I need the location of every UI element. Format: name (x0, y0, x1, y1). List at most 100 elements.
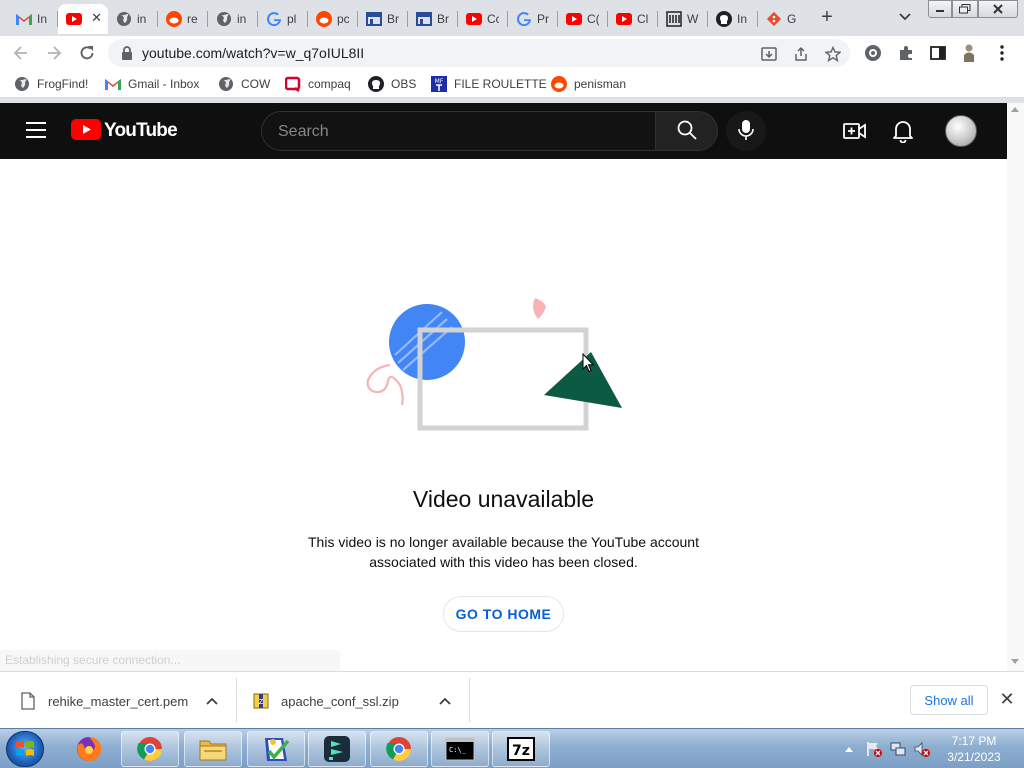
account-avatar[interactable] (945, 115, 977, 147)
system-clock[interactable]: 7:17 PM 3/21/2023 (936, 733, 1012, 765)
taskbar-7zip[interactable]: 7z (492, 731, 550, 767)
youtube-play-logo-icon (71, 119, 101, 143)
taskbar-command-prompt[interactable]: C:\_ (431, 731, 489, 767)
search-input[interactable] (278, 121, 638, 143)
tab-window-1[interactable]: Br (358, 4, 408, 34)
tab-label: in (237, 12, 247, 26)
taskbar-chrome-2[interactable] (370, 731, 428, 767)
firefox-icon (77, 736, 102, 761)
bookmark-label: COW (241, 77, 271, 91)
taskbar-checklist-app[interactable] (247, 731, 305, 767)
notifications-bell-icon[interactable] (891, 119, 915, 143)
tab-window-2[interactable]: Br (408, 4, 458, 34)
tab-search-chevron-icon[interactable] (895, 8, 915, 26)
hamburger-menu-icon[interactable] (26, 122, 46, 138)
youtube-icon (66, 11, 82, 27)
tab-label: Br (387, 12, 399, 26)
tab-gmail[interactable]: In (8, 4, 58, 34)
tab-reddit-1[interactable]: re (158, 4, 208, 34)
taskbar-firefox[interactable] (60, 731, 118, 767)
bookmark-cow[interactable]: COW (218, 75, 270, 93)
bookmark-obs[interactable]: OBS (368, 75, 416, 93)
close-shelf-icon[interactable]: ✕ (998, 690, 1016, 708)
back-arrow-icon[interactable] (10, 42, 32, 64)
extensions-puzzle-icon[interactable] (897, 44, 915, 62)
bookmark-frogfind[interactable]: FrogFind! (14, 75, 88, 93)
microphone-icon (738, 119, 754, 144)
tab-youtube-2[interactable]: Cc (458, 4, 508, 34)
reddit-icon (166, 11, 182, 27)
tab-youtube-active[interactable]: ✕ (58, 4, 108, 34)
tab-youtube-4[interactable]: Cl (608, 4, 658, 34)
vertical-scrollbar[interactable] (1007, 103, 1024, 671)
error-title: Video unavailable (412, 486, 595, 512)
bookmark-compaq[interactable]: compaq (285, 75, 351, 93)
forward-arrow-icon[interactable] (43, 42, 65, 64)
address-bar[interactable]: youtube.com/watch?v=w_q7oIUL8II (108, 39, 850, 67)
action-center-flag-icon[interactable] (864, 729, 884, 768)
url-text[interactable]: youtube.com/watch?v=w_q7oIUL8II (142, 45, 364, 61)
tab-github[interactable]: In (708, 4, 758, 34)
scroll-up-arrow-icon[interactable] (1011, 107, 1019, 112)
network-icon[interactable] (888, 729, 908, 768)
tab-label: Cl (637, 12, 649, 26)
youtube-icon (616, 11, 632, 27)
chevron-up-icon[interactable] (204, 693, 220, 709)
profile-avatar-icon[interactable] (960, 44, 978, 62)
tab-globe-1[interactable]: in (108, 4, 158, 34)
tab-wikipedia[interactable]: W (658, 4, 708, 34)
file-icon (20, 692, 36, 710)
taskbar-chrome-1[interactable] (121, 731, 179, 767)
new-tab-button[interactable]: + (816, 6, 838, 28)
tab-google-1[interactable]: pl (258, 4, 308, 34)
bookmark-star-icon[interactable] (824, 45, 842, 63)
tab-globe-2[interactable]: in (208, 4, 258, 34)
scroll-down-arrow-icon[interactable] (1011, 659, 1019, 664)
tab-google-2[interactable]: Pr (508, 4, 558, 34)
bookmark-gmail-inbox[interactable]: Gmail - Inbox (105, 75, 199, 93)
download-filename: rehike_master_cert.pem (48, 693, 189, 709)
bookmark-penisman[interactable]: penisman (551, 75, 626, 93)
tab-git[interactable]: G (758, 4, 808, 34)
reload-icon[interactable] (76, 42, 98, 64)
share-icon[interactable] (792, 45, 810, 63)
chevron-up-icon[interactable] (437, 693, 453, 709)
bookmark-label: FrogFind! (37, 77, 89, 91)
show-all-downloads-button[interactable]: Show all (910, 685, 988, 715)
show-hidden-icons-arrow-icon[interactable] (842, 729, 856, 768)
go-to-home-button[interactable]: GO TO HOME (443, 596, 564, 632)
svg-text:Z: Z (259, 698, 264, 706)
restore-button[interactable] (952, 0, 978, 18)
globe-icon (218, 76, 234, 92)
volume-muted-icon[interactable] (912, 729, 932, 768)
tab-label: In (737, 12, 748, 26)
start-button[interactable] (6, 731, 44, 767)
download-item-zip[interactable]: Z apache_conf_ssl.zip (253, 679, 469, 723)
extension-shield-icon[interactable] (864, 44, 882, 62)
voice-search-button[interactable] (726, 111, 766, 151)
tab-reddit-2[interactable]: pc (308, 4, 358, 34)
browser-toolbar: youtube.com/watch?v=w_q7oIUL8II (0, 36, 1024, 70)
install-app-icon[interactable] (760, 45, 778, 63)
search-button[interactable] (655, 111, 718, 151)
close-tab-icon[interactable]: ✕ (91, 10, 102, 26)
svg-text:C:\_: C:\_ (449, 746, 467, 754)
taskbar-filmora[interactable] (308, 731, 366, 767)
taskbar-file-explorer[interactable] (184, 731, 242, 767)
youtube-logo[interactable]: YouTube (71, 119, 178, 143)
create-video-icon[interactable] (843, 119, 867, 143)
bookmark-file-roulette[interactable]: MF FILE ROULETTE (431, 75, 547, 93)
search-box[interactable] (261, 111, 655, 151)
lock-icon (120, 45, 134, 64)
kebab-menu-icon[interactable] (993, 44, 1011, 62)
tab-youtube-3[interactable]: C( (558, 4, 608, 34)
close-window-button[interactable] (978, 0, 1018, 18)
minimize-button[interactable] (928, 0, 952, 18)
side-panel-icon[interactable] (929, 44, 947, 62)
tab-label: G (787, 12, 797, 26)
tab-label: pl (287, 12, 297, 26)
bookmark-label: penisman (574, 77, 627, 91)
svg-text:7z: 7z (512, 743, 530, 759)
globe-icon (14, 76, 30, 92)
download-item-pem[interactable]: rehike_master_cert.pem (20, 679, 236, 723)
